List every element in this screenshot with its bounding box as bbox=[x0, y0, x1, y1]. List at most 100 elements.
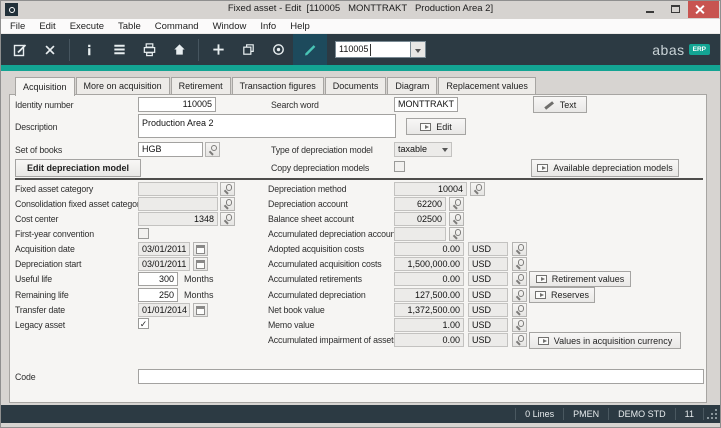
memo-value-field[interactable]: 1.00 bbox=[394, 318, 464, 332]
set-of-books-lookup-button[interactable] bbox=[205, 142, 220, 157]
accumulated-retirements-label: Accumulated retirements bbox=[268, 274, 362, 284]
currency-lookup-button[interactable] bbox=[512, 288, 527, 302]
depreciation-method-lookup-button[interactable] bbox=[470, 182, 485, 196]
edit-description-button[interactable]: Edit bbox=[406, 118, 466, 135]
type-of-depreciation-model-label: Type of depreciation model bbox=[271, 145, 373, 155]
legacy-asset-label: Legacy asset bbox=[15, 320, 66, 330]
depreciation-start-field[interactable]: 03/01/2011 bbox=[138, 257, 190, 271]
acquisition-date-field[interactable]: 03/01/2011 bbox=[138, 242, 190, 256]
transfer-date-calendar-button[interactable] bbox=[193, 303, 208, 317]
balance-sheet-account-lookup-button[interactable] bbox=[449, 212, 464, 226]
lookup-magnifier-icon bbox=[514, 335, 525, 346]
balance-sheet-account-field[interactable]: 02500 bbox=[394, 212, 446, 226]
lookup-magnifier-icon bbox=[451, 229, 462, 240]
accumulated-acquisition-costs-field[interactable]: 1,500,000.00 bbox=[394, 257, 464, 271]
useful-life-label: Useful life bbox=[15, 274, 52, 284]
tab-replacement-values[interactable]: Replacement values bbox=[438, 77, 536, 94]
cost-center-field[interactable]: 1348 bbox=[138, 212, 218, 226]
type-of-depreciation-model-select[interactable]: taxable bbox=[394, 142, 452, 157]
accumulated-depreciation-currency[interactable]: USD bbox=[468, 288, 508, 302]
accumulated-impairment-currency[interactable]: USD bbox=[468, 333, 508, 347]
lookup-magnifier-icon bbox=[451, 214, 462, 225]
set-of-books-field[interactable]: HGB bbox=[138, 142, 203, 157]
type-of-depreciation-model-value: taxable bbox=[398, 144, 428, 154]
tab-documents[interactable]: Documents bbox=[324, 77, 387, 94]
set-of-books-label: Set of books bbox=[15, 145, 63, 155]
currency-lookup-button[interactable] bbox=[512, 257, 527, 271]
consolidation-category-field[interactable] bbox=[138, 197, 218, 211]
reserves-button[interactable]: Reserves bbox=[529, 287, 595, 303]
currency-lookup-button[interactable] bbox=[512, 272, 527, 286]
fixed-asset-category-label: Fixed asset category bbox=[15, 184, 94, 194]
retirement-values-button[interactable]: Retirement values bbox=[529, 271, 631, 287]
lookup-magnifier-icon bbox=[514, 244, 525, 255]
available-depreciation-models-button[interactable]: Available depreciation models bbox=[531, 159, 679, 177]
currency-lookup-button[interactable] bbox=[512, 318, 527, 332]
transfer-date-label: Transfer date bbox=[15, 305, 66, 315]
memo-value-currency[interactable]: USD bbox=[468, 318, 508, 332]
values-in-acquisition-currency-label: Values in acquisition currency bbox=[553, 335, 673, 346]
currency-lookup-button[interactable] bbox=[512, 333, 527, 347]
text-button[interactable]: Text bbox=[533, 96, 587, 113]
depreciation-start-calendar-button[interactable] bbox=[193, 257, 208, 271]
tab-transaction-figures[interactable]: Transaction figures bbox=[231, 77, 324, 94]
tab-bar: Acquisition More on acquisition Retireme… bbox=[15, 77, 537, 96]
open-dialog-icon bbox=[534, 291, 546, 299]
accumulated-acquisition-costs-currency[interactable]: USD bbox=[468, 257, 508, 271]
cost-center-lookup-button[interactable] bbox=[220, 212, 235, 226]
tab-acquisition[interactable]: Acquisition bbox=[15, 77, 75, 96]
first-year-convention-checkbox[interactable] bbox=[138, 228, 149, 239]
description-field[interactable]: Production Area 2 bbox=[138, 114, 396, 138]
available-depreciation-models-label: Available depreciation models bbox=[553, 163, 673, 173]
first-year-convention-label: First-year convention bbox=[15, 229, 94, 239]
section-divider bbox=[15, 178, 703, 180]
acquisition-date-calendar-button[interactable] bbox=[193, 242, 208, 256]
remaining-life-field[interactable]: 250 bbox=[138, 288, 178, 302]
tab-diagram[interactable]: Diagram bbox=[387, 77, 438, 94]
code-label: Code bbox=[15, 372, 36, 382]
adopted-acquisition-costs-currency[interactable]: USD bbox=[468, 242, 508, 256]
currency-lookup-button[interactable] bbox=[512, 242, 527, 256]
accumulated-acquisition-costs-label: Accumulated acquisition costs bbox=[268, 259, 382, 269]
retirement-values-label: Retirement values bbox=[551, 274, 625, 284]
code-field[interactable] bbox=[138, 369, 704, 384]
edit-button-label: Edit bbox=[436, 121, 452, 132]
legacy-asset-checkbox[interactable]: ✓ bbox=[138, 318, 149, 329]
accumulated-impairment-field[interactable]: 0.00 bbox=[394, 333, 464, 347]
search-word-field[interactable]: MONTTRAKT bbox=[394, 97, 458, 112]
reserves-label: Reserves bbox=[550, 290, 589, 300]
tab-more-on-acquisition[interactable]: More on acquisition bbox=[75, 77, 170, 94]
edit-depreciation-model-button[interactable]: Edit depreciation model bbox=[15, 159, 141, 177]
fixed-asset-category-field[interactable] bbox=[138, 182, 218, 196]
accumulated-depreciation-account-field[interactable] bbox=[394, 227, 446, 241]
accumulated-depreciation-account-lookup-button[interactable] bbox=[449, 227, 464, 241]
net-book-value-field[interactable]: 1,372,500.00 bbox=[394, 303, 464, 317]
identity-number-field[interactable]: 110005 bbox=[138, 97, 216, 112]
copy-depreciation-models-checkbox[interactable] bbox=[394, 161, 405, 172]
identity-number-label: Identity number bbox=[15, 100, 74, 110]
tab-retirement[interactable]: Retirement bbox=[170, 77, 231, 94]
depreciation-method-field[interactable]: 10004 bbox=[394, 182, 467, 196]
edit-depreciation-model-label: Edit depreciation model bbox=[26, 163, 129, 173]
currency-lookup-button[interactable] bbox=[512, 303, 527, 317]
depreciation-account-lookup-button[interactable] bbox=[449, 197, 464, 211]
values-in-acquisition-currency-button[interactable]: Values in acquisition currency bbox=[529, 332, 681, 349]
accumulated-retirements-field[interactable]: 0.00 bbox=[394, 272, 464, 286]
text-button-label: Text bbox=[559, 99, 577, 110]
accumulated-depreciation-label: Accumulated depreciation bbox=[268, 290, 366, 300]
description-label: Description bbox=[15, 122, 58, 132]
depreciation-account-field[interactable]: 62200 bbox=[394, 197, 446, 211]
copy-depreciation-models-label: Copy depreciation models bbox=[271, 163, 370, 173]
depreciation-start-label: Depreciation start bbox=[15, 259, 82, 269]
adopted-acquisition-costs-field[interactable]: 0.00 bbox=[394, 242, 464, 256]
text-pencil-icon bbox=[544, 100, 555, 110]
net-book-value-currency[interactable]: USD bbox=[468, 303, 508, 317]
transfer-date-field[interactable]: 01/01/2014 bbox=[138, 303, 190, 317]
fixed-asset-category-lookup-button[interactable] bbox=[220, 182, 235, 196]
open-dialog-icon bbox=[537, 336, 549, 345]
consolidation-category-lookup-button[interactable] bbox=[220, 197, 235, 211]
accumulated-depreciation-field[interactable]: 127,500.00 bbox=[394, 288, 464, 302]
useful-life-field[interactable]: 300 bbox=[138, 272, 178, 286]
balance-sheet-account-label: Balance sheet account bbox=[268, 214, 354, 224]
accumulated-retirements-currency[interactable]: USD bbox=[468, 272, 508, 286]
